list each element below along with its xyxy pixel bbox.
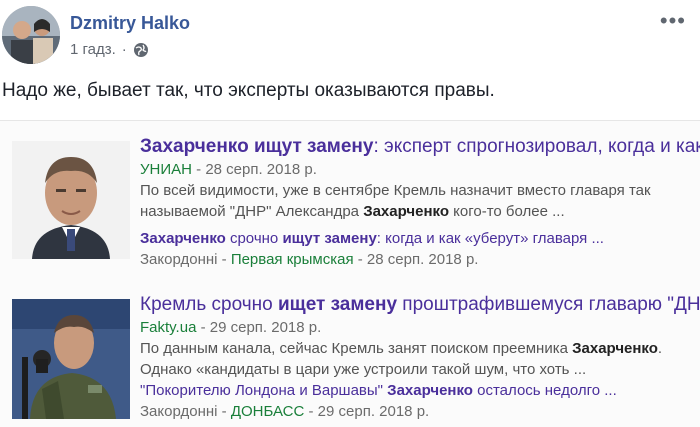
person-photo [12, 299, 130, 419]
related-result-source: Закордонні - ДОНБАСС - 29 серп. 2018 р. [140, 401, 700, 422]
result-source[interactable]: Fakty.ua [140, 319, 196, 336]
snippet-highlight: Захарченко [572, 340, 658, 357]
result-body: Кремль срочно ищет замену проштрафившему… [140, 293, 700, 422]
post-text: Надо же, бывает так, что эксперты оказыв… [2, 80, 495, 101]
result-title[interactable]: Кремль срочно ищет замену проштрафившему… [140, 293, 700, 317]
source-separator: - [217, 403, 231, 420]
meta-separator: · [121, 41, 127, 58]
sub-text[interactable]: : когда и как «уберут» главаря ... [377, 230, 604, 247]
result-body: Захарченко ищут замену: эксперт спрогноз… [140, 135, 700, 270]
snippet-text: кого-то более ... [448, 203, 565, 220]
result-snippet-line: По данным канала, сейчас Кремль занят по… [140, 338, 700, 359]
title-text[interactable]: проштрафившемуся главарю "ДНР ... [397, 294, 700, 315]
result-source-line: УНИАН - 28 серп. 2018 р. [140, 159, 700, 180]
related-source-label: Закордонні [140, 251, 218, 268]
post-time[interactable]: 1 гадз. [70, 41, 116, 58]
sub-text[interactable]: срочно [226, 230, 283, 247]
avatar-photo [2, 6, 60, 64]
search-results-screenshot: Захарченко ищут замену: эксперт спрогноз… [0, 120, 700, 427]
related-date: - 29 серп. 2018 р. [304, 403, 430, 420]
person-photo [12, 141, 130, 259]
result-source[interactable]: УНИАН [140, 161, 192, 178]
source-separator: - [217, 251, 231, 268]
sub-highlight[interactable]: ищут замену [282, 230, 376, 247]
result-thumbnail[interactable] [12, 299, 130, 419]
snippet-highlight: Захарченко [363, 203, 449, 220]
related-date: - 28 серп. 2018 р. [353, 251, 479, 268]
globe-icon[interactable] [133, 42, 149, 58]
sub-text[interactable]: "Покорителю Лондона и Варшавы" [140, 382, 387, 399]
related-result-source: Закордонні - Первая крымская - 28 серп. … [140, 249, 700, 270]
result-date: - 29 серп. 2018 р. [196, 319, 322, 336]
title-highlight[interactable]: Захарченко ищут замену [140, 136, 373, 157]
result-snippet-line: называемой "ДНР" Александра Захарченко к… [140, 201, 700, 222]
result-thumbnail[interactable] [12, 141, 130, 259]
related-result-title[interactable]: "Покорителю Лондона и Варшавы" Захарченк… [140, 380, 700, 401]
sub-highlight[interactable]: Захарченко [140, 230, 226, 247]
result-source-line: Fakty.ua - 29 серп. 2018 р. [140, 317, 700, 338]
snippet-text: называемой "ДНР" Александра [140, 203, 364, 220]
snippet-text: По данным канала, сейчас Кремль занят по… [140, 340, 573, 357]
title-text[interactable]: Кремль срочно [140, 294, 278, 315]
title-highlight[interactable]: ищет замену [278, 294, 397, 315]
related-source-label: Закордонні [140, 403, 218, 420]
sub-text[interactable]: осталось недолго ... [473, 382, 617, 399]
sub-highlight[interactable]: Захарченко [387, 382, 473, 399]
result-date: - 28 серп. 2018 р. [191, 161, 317, 178]
related-source[interactable]: Первая крымская [231, 251, 354, 268]
avatar[interactable] [2, 6, 60, 64]
related-result-title[interactable]: Захарченко срочно ищут замену: когда и к… [140, 228, 700, 249]
result-title[interactable]: Захарченко ищут замену: эксперт спрогноз… [140, 135, 700, 159]
snippet-text: . [657, 340, 663, 357]
result-snippet-line: По всей видимости, уже в сентябре Кремль… [140, 182, 651, 199]
related-source[interactable]: ДОНБАСС [231, 403, 305, 420]
post-header: Dzmitry Halko 1 гадз. · ••• [0, 0, 700, 70]
more-options-icon[interactable]: ••• [660, 8, 686, 34]
author-name[interactable]: Dzmitry Halko [70, 13, 190, 34]
title-text[interactable]: : эксперт спрогнозировал, когда и как ..… [373, 136, 700, 157]
result-snippet-line: Однако «кандидаты в цари уже устроили та… [140, 361, 587, 378]
post-meta: 1 гадз. · [70, 41, 149, 58]
